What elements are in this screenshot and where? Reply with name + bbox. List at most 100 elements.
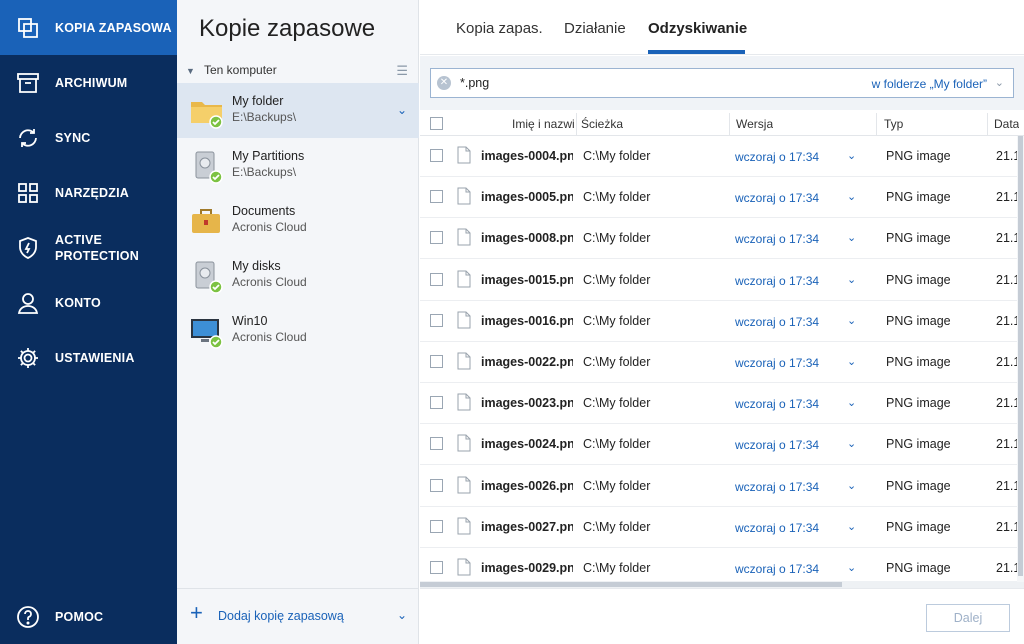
column-header-version[interactable]: Wersja (736, 117, 773, 131)
row-checkbox[interactable] (430, 231, 443, 245)
file-version[interactable]: wczoraj o 17:34 (735, 438, 819, 452)
column-divider[interactable] (876, 113, 877, 135)
file-version[interactable]: wczoraj o 17:34 (735, 397, 819, 411)
file-version[interactable]: wczoraj o 17:34 (735, 562, 819, 576)
file-version[interactable]: wczoraj o 17:34 (735, 232, 819, 246)
backup-item-my-disks[interactable]: My disks Acronis Cloud (177, 248, 419, 303)
file-path: C:\My folder (583, 272, 651, 287)
monitor-icon (191, 319, 223, 349)
group-header-this-computer[interactable]: ▼ Ten komputer ☰ (177, 58, 419, 82)
list-menu-icon[interactable]: ☰ (396, 63, 408, 79)
vertical-scrollbar[interactable] (1017, 136, 1024, 582)
row-checkbox[interactable] (430, 272, 443, 286)
row-checkbox[interactable] (430, 190, 443, 204)
table-row[interactable]: images-0004.png C:\My folder wczoraj o 17:… (420, 136, 1024, 177)
nav-item-help[interactable]: POMOC (0, 589, 177, 644)
column-header-date[interactable]: Data (994, 117, 1019, 131)
nav-label-settings: USTAWIENIA (55, 350, 135, 365)
tab-backup[interactable]: Kopia zapas. (456, 20, 543, 37)
file-type: PNG image (886, 437, 951, 452)
file-version[interactable]: wczoraj o 17:34 (735, 315, 819, 329)
chevron-down-icon[interactable]: ⌄ (847, 231, 856, 244)
nav-label-backup: KOPIA ZAPASOWA (55, 20, 172, 35)
backup-item-my-partitions[interactable]: My Partitions E:\Backups\ (177, 138, 419, 193)
nav-item-sync[interactable]: SYNC (0, 110, 177, 165)
row-checkbox[interactable] (430, 355, 443, 368)
table-row[interactable]: images-0026.png C:\My folder wczoraj o 17:… (420, 466, 1024, 507)
disk-icon (195, 261, 223, 294)
nav-item-archive[interactable]: ARCHIWUM (0, 55, 177, 110)
chevron-down-icon[interactable]: ⌄ (397, 608, 407, 622)
next-button[interactable]: Dalej (926, 604, 1010, 632)
tab-activity[interactable]: Działanie (564, 20, 626, 37)
nav-label-archive: ARCHIWUM (55, 75, 128, 90)
gear-icon (16, 346, 40, 370)
table-row[interactable]: images-0016.png C:\My folder wczoraj o 17:… (420, 301, 1024, 342)
chevron-down-icon[interactable]: ⌄ (995, 76, 1004, 89)
nav-item-account[interactable]: KONTO (0, 275, 177, 330)
search-input[interactable]: ✕ *.png w folderze „My folder” ⌄ (430, 68, 1014, 98)
chevron-down-icon[interactable]: ⌄ (847, 520, 856, 533)
row-checkbox[interactable] (430, 561, 443, 574)
file-version[interactable]: wczoraj o 17:34 (735, 356, 819, 370)
column-header-type[interactable]: Typ (884, 117, 903, 131)
backup-item-my-folder[interactable]: My folder E:\Backups\ ⌄ (177, 83, 419, 138)
row-checkbox[interactable] (430, 519, 443, 533)
column-divider[interactable] (729, 113, 730, 135)
chevron-down-icon[interactable]: ⌄ (847, 190, 856, 203)
horizontal-scrollbar[interactable] (420, 581, 1024, 588)
file-name: images-0023.png (481, 396, 573, 411)
scrollbar-thumb[interactable] (1018, 136, 1023, 576)
file-type: PNG image (886, 313, 951, 328)
search-scope-dropdown[interactable]: w folderze „My folder” (872, 77, 987, 91)
file-version[interactable]: wczoraj o 17:34 (735, 191, 819, 205)
row-checkbox[interactable] (430, 478, 443, 492)
file-version[interactable]: wczoraj o 17:34 (735, 150, 819, 164)
chevron-down-icon[interactable]: ⌄ (397, 103, 407, 117)
chevron-down-icon[interactable]: ⌄ (847, 314, 856, 327)
file-version[interactable]: wczoraj o 17:34 (735, 521, 819, 535)
row-checkbox[interactable] (430, 149, 443, 162)
scrollbar-thumb[interactable] (420, 582, 842, 587)
backup-name: Documents (232, 204, 296, 218)
table-row[interactable]: images-0024.png C:\My folder wczoraj o 17:… (420, 424, 1024, 466)
add-backup-button[interactable]: + Dodaj kopię zapasową ⌄ (177, 588, 419, 644)
row-checkbox[interactable] (430, 437, 443, 451)
chevron-down-icon[interactable]: ⌄ (847, 479, 856, 492)
column-divider[interactable] (576, 113, 577, 135)
file-version[interactable]: wczoraj o 17:34 (735, 274, 819, 288)
table-row[interactable]: images-0027.png C:\My folder wczoraj o 17:… (420, 507, 1024, 548)
file-type: PNG image (886, 231, 951, 246)
tab-recovery[interactable]: Odzyskiwanie (648, 20, 747, 37)
chevron-down-icon[interactable]: ⌄ (847, 561, 856, 574)
column-header-path[interactable]: Ścieżka (581, 117, 623, 131)
clear-search-icon[interactable]: ✕ (437, 76, 451, 90)
table-row[interactable]: images-0023.png C:\My folder wczoraj o 17:… (420, 383, 1024, 425)
nav-item-settings[interactable]: USTAWIENIA (0, 330, 177, 385)
backup-item-win10[interactable]: Win10 Acronis Cloud (177, 303, 419, 358)
table-row[interactable]: images-0008.png C:\My folder wczoraj o 17:… (420, 218, 1024, 260)
chevron-down-icon[interactable]: ⌄ (847, 396, 856, 409)
table-row[interactable]: images-0029.png C:\My folder wczoraj o 17:… (420, 548, 1024, 582)
column-divider[interactable] (987, 113, 988, 135)
backup-item-documents[interactable]: Documents Acronis Cloud (177, 193, 419, 248)
search-query[interactable]: *.png (460, 76, 489, 90)
row-checkbox[interactable] (430, 313, 443, 327)
backup-location: Acronis Cloud (232, 330, 307, 344)
file-icon (457, 393, 471, 411)
column-header-name[interactable]: Imię i nazwisko (512, 117, 574, 131)
table-row[interactable]: images-0005.png C:\My folder wczoraj o 17:… (420, 177, 1024, 219)
chevron-down-icon[interactable]: ⌄ (847, 273, 856, 286)
table-row[interactable]: images-0022.png C:\My folder wczoraj o 17:… (420, 342, 1024, 383)
nav-item-backup[interactable]: KOPIA ZAPASOWA (0, 0, 177, 55)
tools-grid-icon (16, 181, 40, 205)
nav-item-active-protection[interactable]: ACTIVE PROTECTION (0, 220, 177, 275)
chevron-down-icon[interactable]: ⌄ (847, 149, 856, 162)
row-checkbox[interactable] (430, 396, 443, 410)
file-version[interactable]: wczoraj o 17:34 (735, 480, 819, 494)
nav-item-tools[interactable]: NARZĘDZIA (0, 165, 177, 220)
chevron-down-icon[interactable]: ⌄ (847, 437, 856, 450)
chevron-down-icon[interactable]: ⌄ (847, 355, 856, 368)
select-all-checkbox[interactable] (430, 117, 443, 130)
table-row[interactable]: images-0015.png C:\My folder wczoraj o 17:… (420, 260, 1024, 301)
